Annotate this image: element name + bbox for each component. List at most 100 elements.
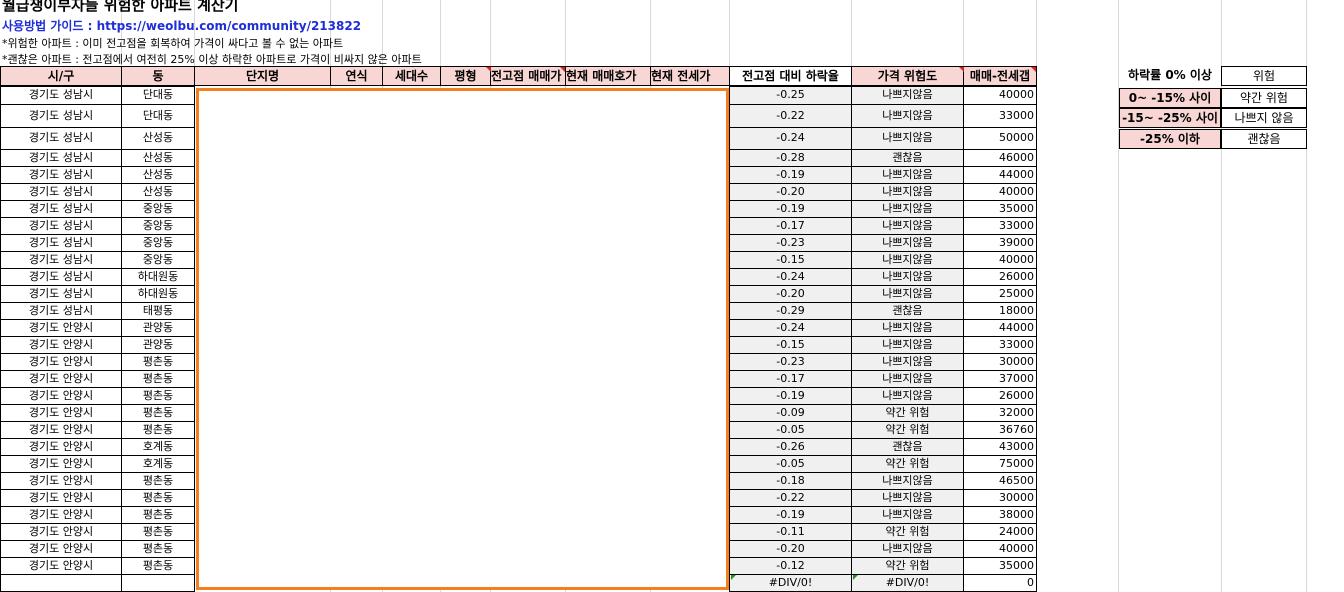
cell-gap[interactable]: 26000 xyxy=(963,268,1037,286)
header-peak-price[interactable]: 전고점 매매가 xyxy=(490,66,566,86)
legend-range[interactable]: -25% 이하 xyxy=(1119,129,1221,149)
cell-gap[interactable]: 40000 xyxy=(963,183,1037,201)
cell-risk[interactable]: 나쁘지않음 xyxy=(851,183,964,201)
cell-gap[interactable]: 33000 xyxy=(963,336,1037,354)
cell-risk[interactable]: 나쁘지않음 xyxy=(851,251,964,269)
cell-drop-rate[interactable]: -0.09 xyxy=(729,404,852,422)
cell-drop-rate[interactable]: -0.23 xyxy=(729,234,852,252)
cell-dong[interactable]: 평촌동 xyxy=(121,472,195,490)
cell-dong[interactable]: 평촌동 xyxy=(121,557,195,575)
cell-risk[interactable]: 약간 위험 xyxy=(851,455,964,473)
cell-risk[interactable]: 나쁘지않음 xyxy=(851,104,964,128)
cell-drop-rate[interactable]: -0.24 xyxy=(729,127,852,150)
cell-drop-rate[interactable]: -0.05 xyxy=(729,421,852,439)
cell-drop-rate[interactable]: -0.22 xyxy=(729,489,852,507)
cell-gap[interactable]: 46500 xyxy=(963,472,1037,490)
cell-drop-rate[interactable]: -0.20 xyxy=(729,540,852,558)
header-pyeong[interactable]: 평형 xyxy=(440,66,491,86)
cell-city[interactable]: 경기도 안양시 xyxy=(0,421,122,439)
cell-risk[interactable]: 나쁘지않음 xyxy=(851,268,964,286)
cell-risk[interactable]: 나쁘지않음 xyxy=(851,506,964,524)
cell-dong[interactable]: 평촌동 xyxy=(121,540,195,558)
legend-label[interactable]: 위험 xyxy=(1221,66,1307,86)
cell-risk[interactable]: 나쁘지않음 xyxy=(851,319,964,337)
cell-gap[interactable]: 39000 xyxy=(963,234,1037,252)
cell-dong[interactable]: 중앙동 xyxy=(121,251,195,269)
cell-gap[interactable]: 35000 xyxy=(963,200,1037,218)
cell-drop-rate[interactable]: -0.11 xyxy=(729,523,852,541)
cell-drop-rate[interactable]: -0.19 xyxy=(729,166,852,184)
cell-city[interactable]: 경기도 성남시 xyxy=(0,183,122,201)
cell-risk[interactable]: 나쁘지않음 xyxy=(851,200,964,218)
cell-dong[interactable]: 평촌동 xyxy=(121,370,195,388)
cell-gap[interactable]: 25000 xyxy=(963,285,1037,303)
cell-city[interactable]: 경기도 성남시 xyxy=(0,217,122,235)
cell-drop-rate[interactable]: -0.05 xyxy=(729,455,852,473)
cell-gap[interactable]: 43000 xyxy=(963,438,1037,456)
cell-drop-rate[interactable]: -0.17 xyxy=(729,370,852,388)
cell-city[interactable]: 경기도 성남시 xyxy=(0,166,122,184)
cell-gap[interactable]: 46000 xyxy=(963,149,1037,167)
legend-label[interactable]: 약간 위험 xyxy=(1221,88,1307,108)
cell-city[interactable]: 경기도 안양시 xyxy=(0,336,122,354)
cell-gap[interactable]: 24000 xyxy=(963,523,1037,541)
cell-city[interactable]: 경기도 성남시 xyxy=(0,86,122,105)
cell-risk[interactable]: 나쁘지않음 xyxy=(851,127,964,150)
cell-gap[interactable]: 18000 xyxy=(963,302,1037,320)
cell-dong[interactable]: 평촌동 xyxy=(121,387,195,405)
cell-risk[interactable]: 약간 위험 xyxy=(851,421,964,439)
cell-gap[interactable]: 33000 xyxy=(963,217,1037,235)
cell-risk[interactable]: 나쁘지않음 xyxy=(851,217,964,235)
cell-dong[interactable]: 평촌동 xyxy=(121,506,195,524)
cell-drop-rate[interactable]: -0.15 xyxy=(729,336,852,354)
cell-gap[interactable]: 44000 xyxy=(963,319,1037,337)
cell-gap[interactable]: 38000 xyxy=(963,506,1037,524)
cell-dong[interactable]: 산성동 xyxy=(121,166,195,184)
cell-gap[interactable]: 40000 xyxy=(963,540,1037,558)
cell-drop-rate[interactable]: -0.15 xyxy=(729,251,852,269)
cell-drop-rate[interactable]: -0.22 xyxy=(729,104,852,128)
cell-dong[interactable]: 관양동 xyxy=(121,336,195,354)
cell-city[interactable]: 경기도 성남시 xyxy=(0,268,122,286)
cell-risk[interactable]: 나쁘지않음 xyxy=(851,86,964,105)
cell-city[interactable]: 경기도 안양시 xyxy=(0,353,122,371)
cell-gap[interactable]: 35000 xyxy=(963,557,1037,575)
cell-risk[interactable]: 나쁘지않음 xyxy=(851,234,964,252)
cell-dong[interactable] xyxy=(121,574,195,592)
cell-gap[interactable]: 75000 xyxy=(963,455,1037,473)
cell-dong[interactable]: 평촌동 xyxy=(121,421,195,439)
cell-dong[interactable]: 평촌동 xyxy=(121,404,195,422)
cell-drop-rate[interactable]: -0.26 xyxy=(729,438,852,456)
header-city[interactable]: 시/구 xyxy=(0,66,122,86)
cell-drop-rate[interactable]: -0.25 xyxy=(729,86,852,105)
cell-drop-rate[interactable]: -0.23 xyxy=(729,353,852,371)
cell-dong[interactable]: 하대원동 xyxy=(121,285,195,303)
cell-risk[interactable]: 나쁘지않음 xyxy=(851,489,964,507)
cell-drop-rate[interactable]: -0.24 xyxy=(729,268,852,286)
cell-drop-rate[interactable]: -0.20 xyxy=(729,285,852,303)
cell-risk[interactable]: 괜찮음 xyxy=(851,149,964,167)
legend-range[interactable]: 하락률 0% 이상 xyxy=(1119,66,1221,86)
cell-dong[interactable]: 평촌동 xyxy=(121,353,195,371)
cell-dong[interactable]: 단대동 xyxy=(121,104,195,128)
cell-city[interactable]: 경기도 안양시 xyxy=(0,404,122,422)
cell-city[interactable]: 경기도 안양시 xyxy=(0,523,122,541)
cell-drop-rate[interactable]: -0.18 xyxy=(729,472,852,490)
cell-gap[interactable]: 26000 xyxy=(963,387,1037,405)
cell-gap[interactable]: 0 xyxy=(963,574,1037,592)
cell-risk[interactable]: 나쁘지않음 xyxy=(851,540,964,558)
cell-city[interactable]: 경기도 성남시 xyxy=(0,251,122,269)
cell-city[interactable]: 경기도 성남시 xyxy=(0,302,122,320)
cell-city[interactable]: 경기도 성남시 xyxy=(0,127,122,150)
cell-city[interactable]: 경기도 안양시 xyxy=(0,506,122,524)
cell-drop-rate[interactable]: -0.24 xyxy=(729,319,852,337)
cell-city[interactable]: 경기도 안양시 xyxy=(0,557,122,575)
cell-city[interactable]: 경기도 안양시 xyxy=(0,455,122,473)
cell-city[interactable]: 경기도 안양시 xyxy=(0,438,122,456)
cell-city[interactable]: 경기도 성남시 xyxy=(0,104,122,128)
cell-risk[interactable]: #DIV/0! xyxy=(851,574,964,592)
cell-dong[interactable]: 산성동 xyxy=(121,183,195,201)
cell-drop-rate[interactable]: -0.19 xyxy=(729,506,852,524)
cell-drop-rate[interactable]: -0.28 xyxy=(729,149,852,167)
cell-risk[interactable]: 약간 위험 xyxy=(851,523,964,541)
